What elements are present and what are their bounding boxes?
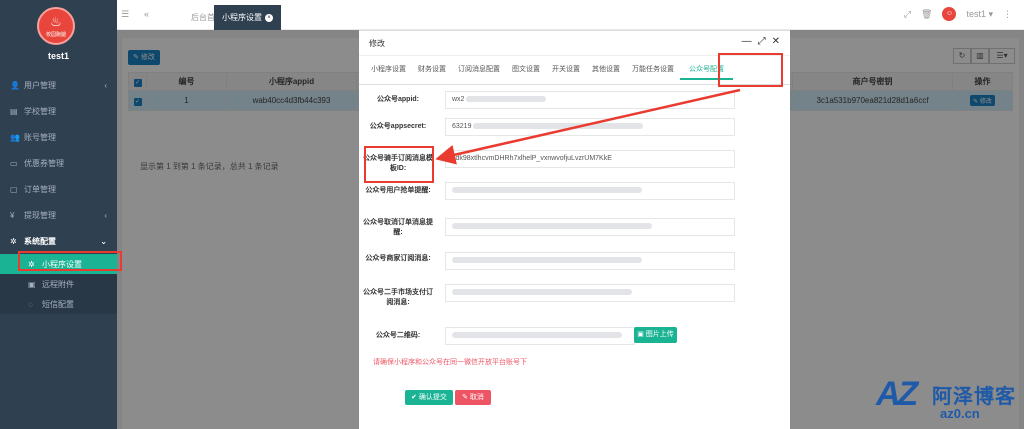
annotation-arrow [435,88,741,165]
watermark-name: 阿泽博客 [932,386,1016,408]
watermark-logo: AZ 阿泽博客 az0.cn [876,375,1022,429]
watermark-domain: az0.cn [940,406,980,421]
watermark-az: AZ [876,375,918,413]
